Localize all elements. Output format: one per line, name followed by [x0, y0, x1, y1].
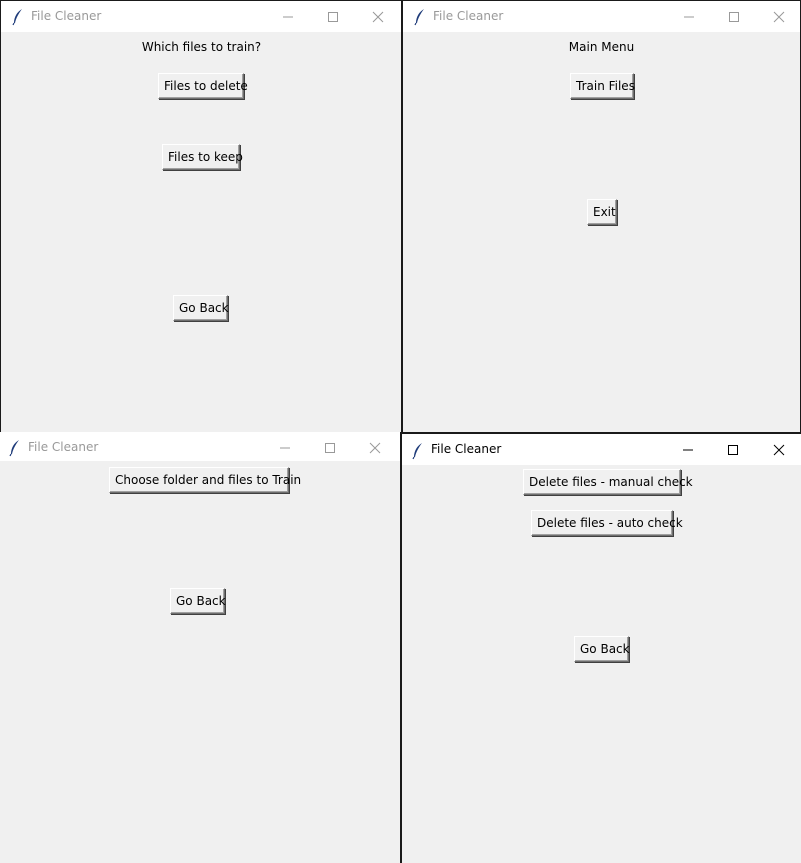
minimize-icon — [280, 447, 290, 449]
maximize-button[interactable] — [710, 434, 756, 465]
title-bar[interactable]: File Cleaner — [1, 1, 402, 32]
title-bar[interactable]: File Cleaner — [403, 1, 800, 32]
delete-manual-check-button[interactable]: Delete files - manual check — [523, 469, 693, 495]
maximize-icon — [728, 445, 738, 455]
minimize-button[interactable] — [262, 432, 308, 463]
maximize-button[interactable] — [310, 1, 356, 32]
delete-auto-check-button[interactable]: Delete files - auto check — [531, 510, 683, 536]
close-button[interactable] — [756, 1, 800, 32]
main-menu-heading: Main Menu — [568, 40, 635, 54]
window-content: Which files to train? Files to delete Fi… — [1, 32, 402, 432]
window-title: File Cleaner — [431, 442, 502, 456]
feather-icon — [9, 440, 19, 457]
title-bar[interactable]: File Cleaner — [402, 434, 801, 465]
maximize-icon — [325, 443, 335, 453]
maximize-icon — [729, 12, 739, 22]
feather-icon — [414, 9, 424, 26]
go-back-button[interactable]: Go Back — [170, 588, 226, 614]
feather-icon — [12, 9, 22, 26]
minimize-button[interactable] — [665, 434, 711, 465]
minimize-button[interactable] — [666, 1, 712, 32]
prompt-label: Which files to train? — [141, 40, 262, 54]
close-button[interactable] — [352, 432, 398, 463]
go-back-button[interactable]: Go Back — [574, 636, 630, 662]
close-button[interactable] — [756, 434, 801, 465]
train-select-window: File Cleaner Which files to train? Files… — [0, 0, 402, 432]
window-content: Choose folder and files to Train Go Back — [0, 461, 400, 863]
choose-folder-button[interactable]: Choose folder and files to Train — [109, 467, 301, 493]
exit-button[interactable]: Exit — [587, 199, 617, 225]
main-menu-window: File Cleaner Main Menu Train Files Exit — [403, 0, 801, 432]
close-icon — [372, 11, 384, 23]
window-title: File Cleaner — [28, 440, 99, 454]
window-title: File Cleaner — [31, 9, 102, 23]
maximize-button[interactable] — [307, 432, 353, 463]
window-title: File Cleaner — [433, 9, 504, 23]
window-content: Main Menu Train Files Exit — [403, 32, 800, 432]
minimize-icon — [683, 449, 693, 451]
files-to-keep-button[interactable]: Files to keep — [162, 144, 243, 170]
go-back-button[interactable]: Go Back — [173, 295, 229, 321]
minimize-icon — [283, 16, 293, 18]
feather-icon — [412, 443, 422, 460]
close-icon — [773, 11, 785, 23]
train-files-button[interactable]: Train Files — [570, 73, 635, 99]
close-button[interactable] — [355, 1, 401, 32]
minimize-button[interactable] — [265, 1, 311, 32]
choose-folder-window: File Cleaner Choose folder and files to … — [0, 432, 400, 863]
delete-menu-window: File Cleaner Delete files - manual check… — [402, 432, 801, 863]
minimize-icon — [684, 16, 694, 18]
window-content: Delete files - manual check Delete files… — [402, 465, 801, 863]
maximize-button[interactable] — [711, 1, 757, 32]
close-icon — [773, 444, 785, 456]
title-bar[interactable]: File Cleaner — [0, 432, 400, 463]
files-to-delete-button[interactable]: Files to delete — [158, 73, 248, 99]
maximize-icon — [328, 12, 338, 22]
close-icon — [369, 442, 381, 454]
